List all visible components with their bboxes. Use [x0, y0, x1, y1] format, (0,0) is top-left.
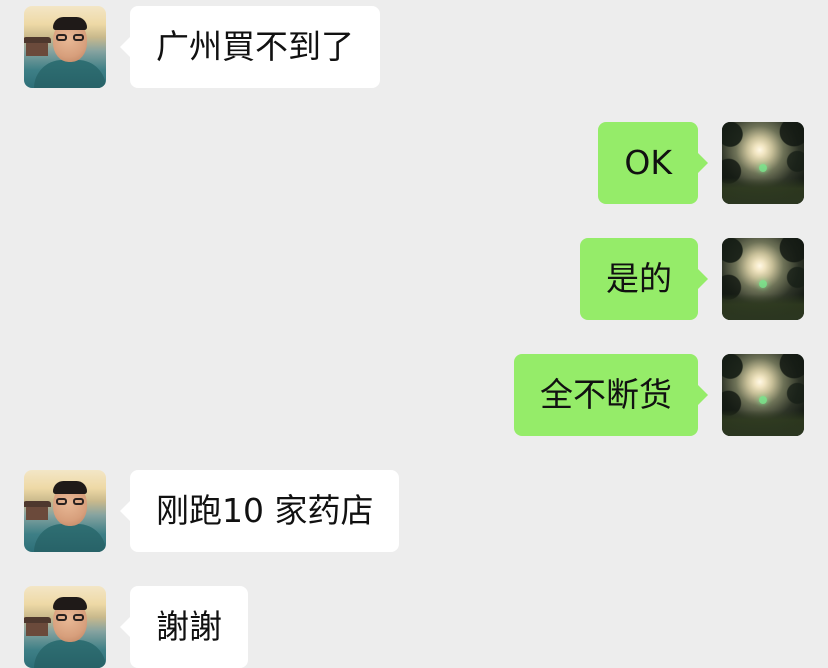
message-bubble[interactable]: 全不断货 [514, 354, 708, 436]
message-bubble[interactable]: 广州買不到了 [120, 6, 380, 88]
message-row: OK [0, 122, 828, 204]
own-avatar[interactable] [722, 122, 804, 204]
message-bubble[interactable]: 刚跑10 家药店 [119, 470, 400, 552]
message-row: 是的 [0, 238, 828, 320]
message-row: 刚跑10 家药店 [0, 470, 828, 552]
message-row: 全不断货 [0, 354, 828, 436]
message-bubble[interactable]: 謝謝 [120, 586, 248, 668]
contact-avatar[interactable] [24, 470, 106, 552]
message-bubble[interactable]: OK [598, 122, 708, 204]
contact-avatar[interactable] [24, 586, 106, 668]
own-avatar[interactable] [722, 238, 804, 320]
own-avatar[interactable] [722, 354, 804, 436]
message-row: 广州買不到了 [0, 6, 828, 88]
contact-avatar[interactable] [24, 6, 106, 88]
message-row: 謝謝 [0, 586, 828, 668]
message-bubble[interactable]: 是的 [580, 238, 708, 320]
